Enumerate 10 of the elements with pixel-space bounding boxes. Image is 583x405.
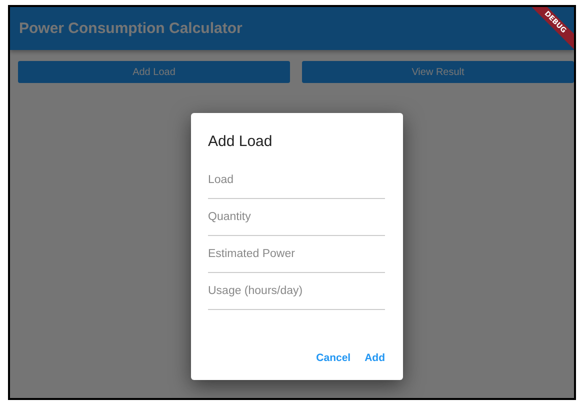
add-load-button[interactable]: Add Load bbox=[18, 61, 290, 83]
input-field[interactable]: Estimated Power bbox=[208, 236, 385, 273]
app-title: Power Consumption Calculator bbox=[19, 20, 242, 37]
input-field[interactable]: Quantity bbox=[208, 199, 385, 236]
add-button[interactable]: Add bbox=[364, 348, 385, 368]
dialog-title: Add Load bbox=[208, 133, 274, 150]
input-field[interactable]: Load bbox=[208, 162, 385, 199]
view-result-button[interactable]: View Result bbox=[302, 61, 574, 83]
input-field[interactable]: Usage (hours/day) bbox=[208, 273, 385, 310]
cancel-button[interactable]: Cancel bbox=[316, 348, 351, 368]
